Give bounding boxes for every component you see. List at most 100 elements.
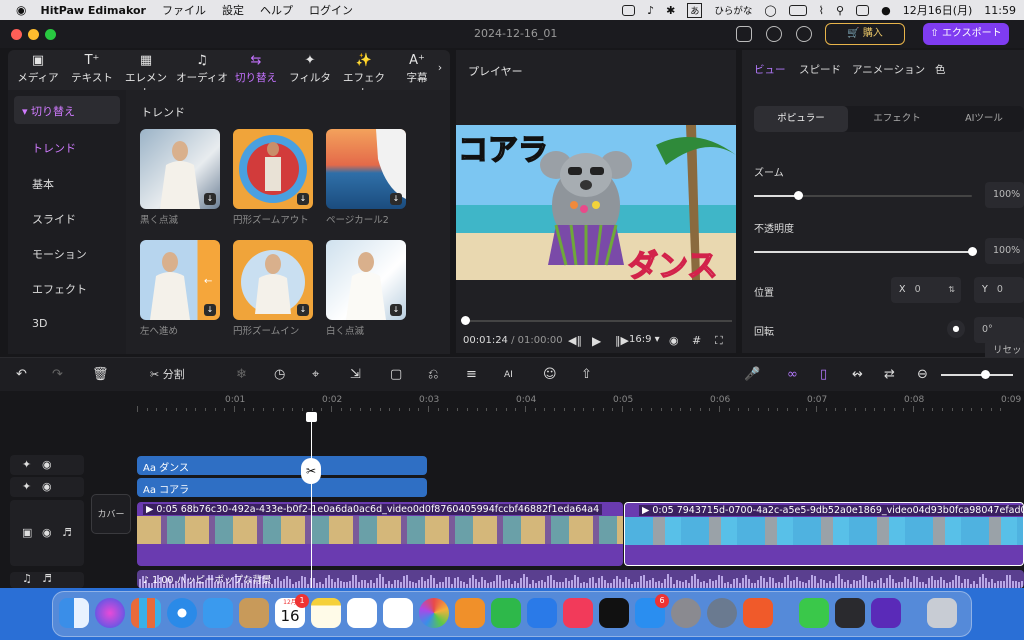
prev-frame-icon[interactable]: ◀‖: [568, 334, 582, 347]
category-trend[interactable]: トレンド: [32, 140, 76, 156]
quicktime-icon[interactable]: [707, 598, 737, 628]
export-button[interactable]: ⇧ エクスポート: [923, 23, 1009, 45]
text-clip-dance[interactable]: Aa ダンス: [137, 456, 427, 475]
film-icon[interactable]: ▣: [22, 526, 32, 539]
category-motion[interactable]: モーション: [32, 246, 87, 262]
safari-icon[interactable]: [167, 598, 197, 628]
contacts-icon[interactable]: [239, 598, 269, 628]
tool-effect[interactable]: ✨エフェクト: [338, 52, 390, 99]
fit-icon[interactable]: ⇄: [884, 365, 895, 385]
menu-file[interactable]: ファイル: [162, 2, 206, 18]
transition-thumb-circle-zoom-in[interactable]: ↓: [233, 240, 313, 320]
download-icon[interactable]: ↓: [390, 193, 402, 205]
menu-help[interactable]: ヘルプ: [260, 2, 293, 18]
tv-icon[interactable]: [599, 598, 629, 628]
speed-icon[interactable]: ◷: [274, 365, 285, 385]
siri-dock-icon[interactable]: [95, 598, 125, 628]
overlay-title-bottom[interactable]: ダンス: [627, 241, 718, 280]
close-button[interactable]: [11, 29, 22, 40]
play-icon[interactable]: ▶: [592, 334, 601, 348]
zoom-out-icon[interactable]: ⊖: [917, 365, 928, 385]
menubar-date[interactable]: 12月16日(月): [903, 2, 973, 18]
tool-transition[interactable]: ⇆ 切り替え: [234, 52, 278, 88]
transition-thumb-push-left[interactable]: ← ↓: [140, 240, 220, 320]
wifi-icon[interactable]: ⌇: [819, 4, 824, 17]
reminders-icon[interactable]: [383, 598, 413, 628]
numbers-icon[interactable]: [491, 598, 521, 628]
mirror-icon[interactable]: ⎌: [428, 365, 438, 385]
subtab-popular[interactable]: ポピュラー: [754, 106, 848, 132]
zoom-value-field[interactable]: 100%: [985, 182, 1024, 208]
tool-filter[interactable]: ✦フィルター: [284, 52, 336, 99]
edimakor-icon[interactable]: [871, 598, 901, 628]
siri-icon[interactable]: ●: [881, 4, 891, 17]
minimize-button[interactable]: [28, 29, 39, 40]
music-icon[interactable]: [563, 598, 593, 628]
audio-clip[interactable]: ♪ 1:00 ハッピーポップな背景: [137, 570, 1024, 588]
tool-text[interactable]: T⁺ テキスト: [70, 52, 114, 88]
facetime-icon[interactable]: [799, 598, 829, 628]
volume-icon[interactable]: ♪: [647, 4, 654, 17]
tab-color[interactable]: 色: [935, 62, 946, 77]
control-center-icon[interactable]: [856, 4, 870, 16]
app-store-icon[interactable]: 6: [635, 594, 669, 628]
download-icon[interactable]: ↓: [204, 193, 216, 205]
video-preview[interactable]: コアラ ダンス: [456, 125, 736, 280]
zoom-knob[interactable]: [793, 191, 803, 200]
tab-animation[interactable]: アニメーション: [852, 62, 925, 77]
video-clip-1[interactable]: ▶ 0:05 68b76c30-492a-433e-b0f2-1e0a6da0a…: [137, 502, 623, 566]
subtab-effect[interactable]: エフェクト: [850, 106, 944, 132]
fullscreen-icon[interactable]: ⛶: [715, 334, 723, 348]
input-mode-label[interactable]: ひらがな: [714, 3, 752, 17]
mail-icon[interactable]: [203, 598, 233, 628]
adjust-icon[interactable]: ≡: [466, 365, 477, 385]
opacity-slider[interactable]: [754, 247, 977, 256]
music-icon[interactable]: ♫: [22, 572, 32, 585]
face-icon[interactable]: ☺: [543, 365, 557, 385]
photos-icon[interactable]: [419, 598, 449, 628]
category-slide[interactable]: スライド: [32, 211, 76, 227]
download-icon[interactable]: ↓: [297, 193, 309, 205]
tab-view[interactable]: ビュー: [754, 62, 786, 77]
microphone-icon[interactable]: 🎤: [744, 365, 760, 385]
playback-scrubber[interactable]: [464, 320, 732, 322]
split-button[interactable]: ✂ 分割: [150, 365, 185, 385]
subtab-ai-tools[interactable]: AIツール: [944, 106, 1024, 132]
redo-icon[interactable]: ↷: [52, 365, 63, 385]
download-icon[interactable]: ↓: [390, 304, 402, 316]
calendar-icon[interactable]: 12月 16 1: [275, 594, 309, 628]
video-clip-2[interactable]: ▶ 0:05 7943715d-0700-4a2c-a5e5-9db52a0e1…: [624, 502, 1024, 566]
aspect-ratio-select[interactable]: 16:9 ▾: [629, 334, 660, 345]
eye-icon[interactable]: ◉: [42, 526, 52, 539]
category-effect[interactable]: エフェクト: [32, 281, 87, 297]
download-icon[interactable]: [766, 26, 782, 42]
position-x-field[interactable]: X 0 ⇅: [891, 277, 961, 303]
time-ruler[interactable]: 0:01 0:02 0:03 0:04 0:05 0:06 0:07 0:08 0:09: [137, 392, 1024, 412]
scrubber-knob[interactable]: [461, 316, 470, 325]
opacity-knob[interactable]: [968, 247, 977, 256]
transition-thumb-white-flash[interactable]: ↓: [326, 240, 406, 320]
zoom-slider[interactable]: [754, 191, 972, 200]
pages-icon[interactable]: [455, 598, 485, 628]
freeze-icon[interactable]: ❄: [236, 365, 247, 385]
drive-icon[interactable]: [622, 4, 636, 16]
menubar-time[interactable]: 11:59: [984, 4, 1016, 17]
delete-icon[interactable]: 🗑: [92, 365, 109, 385]
category-basic[interactable]: 基本: [32, 176, 54, 192]
snap-icon[interactable]: ↭: [852, 365, 863, 385]
zoom-button[interactable]: [45, 29, 56, 40]
tool-subtitle[interactable]: A⁺ 字幕: [404, 52, 430, 88]
link-icon[interactable]: ∞: [787, 365, 798, 385]
speaker-icon[interactable]: ♬: [42, 572, 52, 585]
export-frame-icon[interactable]: ⇧: [581, 365, 592, 385]
menu-settings[interactable]: 設定: [222, 2, 244, 18]
tool-audio[interactable]: ♫ オーディオ: [176, 52, 228, 88]
resize-icon[interactable]: ⇲: [350, 365, 361, 385]
position-y-field[interactable]: Y 0: [974, 277, 1024, 303]
user-icon[interactable]: ◯: [764, 4, 776, 17]
tool-media[interactable]: ▣ メディア: [16, 52, 60, 88]
trash-icon[interactable]: [927, 598, 957, 628]
detach-icon[interactable]: ▯: [820, 365, 827, 385]
snapshot-icon[interactable]: ◉: [669, 334, 679, 347]
download-icon[interactable]: ↓: [297, 304, 309, 316]
